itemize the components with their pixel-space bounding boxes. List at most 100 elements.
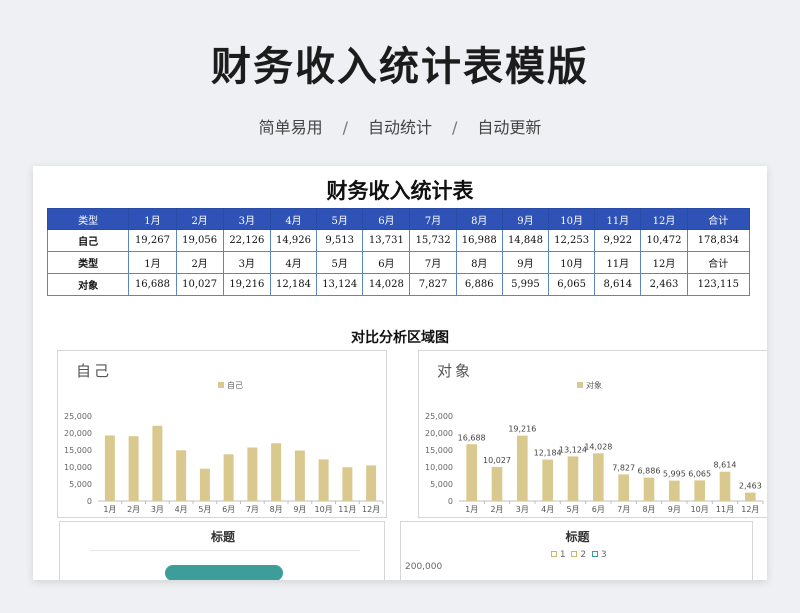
bar-chart-other: 0 5,000 10,000 15,000 20,000 25,000 1月 16,688 2月… (425, 412, 764, 514)
header-cell: 9月 (501, 208, 550, 230)
y-tick-label: 15,000 (64, 446, 92, 455)
axis-tick-label: 200,000 (405, 562, 443, 572)
bar (366, 465, 377, 501)
table-cell: 16,988 (455, 229, 503, 252)
x-tick-label: 10月 (315, 505, 333, 514)
bar (223, 454, 234, 501)
y-tick-label: 5,000 (430, 480, 453, 489)
legend-swatch (591, 551, 598, 557)
x-tick-label: 3月 (151, 505, 164, 514)
data-label: 16,688 (458, 433, 486, 442)
table-cell: 2月 (175, 251, 224, 274)
table-cell: 5月 (316, 251, 364, 274)
bar (152, 425, 163, 501)
x-tick-label: 2月 (490, 505, 503, 514)
x-tick-label: 4月 (175, 505, 188, 514)
x-tick-label: 2月 (127, 505, 140, 514)
x-tick-label: 10月 (691, 505, 709, 514)
bar (745, 492, 756, 501)
subtitle-separator: / (342, 118, 348, 137)
x-tick-label: 8月 (270, 505, 283, 514)
table-cell: 22,126 (222, 229, 271, 252)
header-cell: 11月 (594, 208, 642, 230)
table-cell: 10月 (548, 251, 596, 274)
spreadsheet-preview: 财务收入统计表 类型 1月 2月 3月 4月 5月 6月 7月 8月 9月 10月 11月 12月 合计自… (33, 166, 767, 580)
data-label: 10,027 (483, 456, 511, 465)
table-cell: 8,614 (594, 273, 642, 296)
table-cell: 1月 (128, 251, 177, 274)
chart-panel-bottom-left: 标题 (59, 521, 385, 580)
bar (618, 474, 629, 501)
data-label: 6,065 (688, 469, 711, 478)
y-tick-label: 10,000 (64, 463, 92, 472)
y-tick-label: 15,000 (425, 446, 453, 455)
x-tick-label: 9月 (293, 505, 306, 514)
bar (542, 459, 553, 501)
y-tick-label: 0 (448, 497, 453, 506)
chart-panel-self: 自己 自己 0 5,000 10,000 15,000 20,000 25,000 1月 2月… (57, 350, 387, 518)
header-cell: 10月 (548, 208, 596, 230)
bar (294, 450, 305, 501)
y-tick-label: 20,000 (64, 429, 92, 438)
table-cell: 13,124 (316, 273, 364, 296)
table-row: 对象 16,688 10,027 19,216 12,184 13,124 14,028 7,… (46, 273, 751, 296)
x-tick-label: 7月 (246, 505, 259, 514)
x-tick-label: 6月 (592, 505, 605, 514)
sheet-title: 财务收入统计表 (326, 179, 474, 203)
table-cell: 9,922 (594, 229, 642, 252)
chart-legend: 1 2 3 (551, 550, 607, 560)
data-label: 6,886 (638, 467, 661, 476)
bar (176, 450, 187, 501)
x-tick-label: 12月 (741, 505, 759, 514)
x-tick-label: 6月 (222, 505, 235, 514)
income-table: 类型 1月 2月 3月 4月 5月 6月 7月 8月 9月 10月 11月 12月 合计 自己 19,267 1… (46, 208, 751, 296)
subtitle: 简单易用 / 自动统计 / 自动更新 (0, 114, 800, 138)
table-cell: 11月 (594, 251, 642, 274)
bar (342, 467, 353, 501)
table-cell: 9,513 (316, 229, 364, 252)
table-cell: 5,995 (501, 273, 550, 296)
table-cell: 6,886 (455, 273, 503, 296)
subtitle-item-3: 自动更新 (477, 118, 542, 137)
legend-label: 2 (580, 550, 587, 560)
subtitle-separator: / (452, 118, 458, 137)
y-tick-label: 5,000 (69, 480, 92, 489)
chart-panel-other: 对象 对象 0 5,000 10,000 15,000 20,000 25,000 1月 16… (418, 350, 767, 518)
data-label: 12,184 (534, 449, 562, 458)
table-cell: 13,731 (362, 229, 411, 252)
bar (318, 459, 329, 501)
x-tick-label: 5月 (566, 505, 579, 514)
data-label: 2,463 (739, 482, 762, 491)
table-cell: 4月 (269, 251, 318, 274)
x-tick-label: 4月 (541, 505, 554, 514)
header-cell: 类型 (46, 208, 130, 230)
table-cell: 12,253 (548, 229, 596, 252)
legend-swatch (571, 551, 578, 557)
data-label: 19,216 (508, 425, 536, 434)
table-cell: 19,056 (175, 229, 224, 252)
bar (694, 480, 705, 501)
table-cell: 9月 (501, 251, 550, 274)
data-label: 14,028 (584, 442, 612, 451)
x-tick-label: 5月 (198, 505, 211, 514)
bar (517, 435, 528, 501)
table-cell: 15,732 (409, 229, 457, 252)
y-tick-label: 0 (87, 497, 92, 506)
table-cell: 7月 (409, 251, 457, 274)
divider (90, 550, 360, 551)
row-label: 类型 (46, 251, 130, 274)
data-label: 5,995 (663, 470, 686, 479)
chart-title: 标题 (565, 530, 590, 544)
section-title: 对比分析区域图 (351, 330, 449, 346)
bar (247, 447, 258, 501)
x-tick-label: 7月 (617, 505, 630, 514)
bar (104, 435, 115, 501)
x-tick-label: 9月 (668, 505, 681, 514)
x-tick-label: 8月 (642, 505, 655, 514)
total-cell: 合计 (686, 251, 751, 274)
row-label: 对象 (46, 273, 130, 296)
table-cell: 12月 (640, 251, 688, 274)
y-tick-label: 20,000 (425, 429, 453, 438)
header-cell: 1月 (128, 208, 177, 230)
row-label: 自己 (46, 229, 130, 252)
